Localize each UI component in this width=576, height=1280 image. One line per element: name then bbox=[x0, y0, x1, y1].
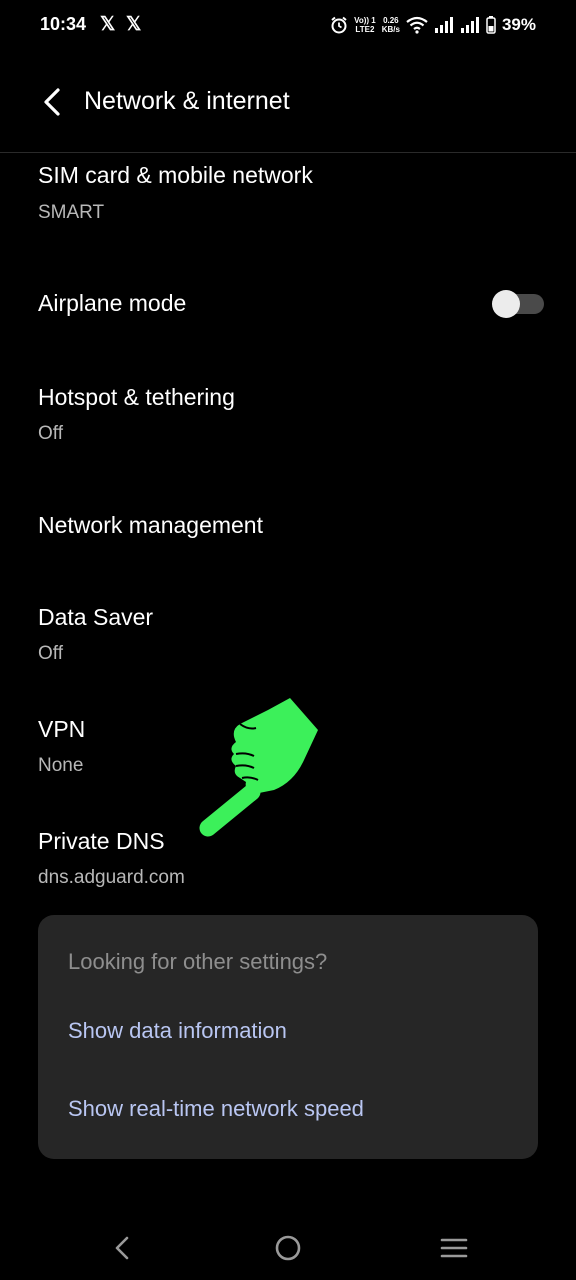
hotspot-tethering-item[interactable]: Hotspot & tethering Off bbox=[0, 362, 576, 462]
nav-recents-icon bbox=[440, 1238, 468, 1258]
item-title: Private DNS bbox=[38, 828, 165, 854]
show-data-information-link[interactable]: Show data information bbox=[68, 1018, 287, 1044]
item-title: Airplane mode bbox=[38, 290, 187, 316]
toggle-thumb bbox=[492, 290, 520, 318]
card-header: Looking for other settings? bbox=[68, 949, 328, 974]
status-time: 10:34 bbox=[40, 14, 87, 34]
nav-home-icon bbox=[275, 1235, 301, 1261]
item-title: VPN bbox=[38, 716, 86, 742]
item-title: Network management bbox=[38, 512, 263, 538]
item-title: SIM card & mobile network bbox=[38, 162, 313, 188]
nav-back-button[interactable] bbox=[98, 1224, 146, 1272]
show-network-speed-link[interactable]: Show real-time network speed bbox=[68, 1096, 364, 1122]
signal-icon bbox=[434, 17, 453, 33]
status-bar: 10:34 𝕏 𝕏 Vo)) 1 LTE2 0.26 KB/s 39% bbox=[0, 0, 576, 52]
battery-icon bbox=[486, 16, 496, 34]
data-saver-item[interactable]: Data Saver Off bbox=[0, 584, 576, 684]
divider bbox=[0, 152, 576, 153]
network-management-item[interactable]: Network management bbox=[0, 488, 576, 564]
pointing-hand-icon bbox=[199, 698, 318, 837]
wifi-icon bbox=[406, 16, 428, 34]
item-subtitle: None bbox=[38, 755, 84, 776]
airplane-mode-toggle[interactable] bbox=[492, 290, 544, 318]
item-title: Data Saver bbox=[38, 604, 154, 630]
app-bar: Network & internet bbox=[0, 70, 576, 134]
navigation-bar bbox=[0, 1216, 576, 1280]
airplane-mode-item[interactable]: Airplane mode bbox=[0, 266, 576, 342]
chevron-left-icon bbox=[44, 88, 60, 116]
item-subtitle: SMART bbox=[38, 202, 105, 223]
other-settings-card: Looking for other settings? Show data in… bbox=[38, 915, 538, 1159]
nav-back-icon bbox=[115, 1236, 129, 1260]
page-title: Network & internet bbox=[84, 87, 290, 115]
item-title: Hotspot & tethering bbox=[38, 384, 235, 410]
x-notification-icon: 𝕏 bbox=[126, 14, 142, 35]
x-notification-icon: 𝕏 bbox=[100, 14, 116, 35]
network-speed: 0.26 KB/s bbox=[381, 16, 400, 34]
sim-card-item[interactable]: SIM card & mobile network SMART bbox=[0, 154, 576, 246]
back-button[interactable] bbox=[30, 82, 74, 122]
nav-home-button[interactable] bbox=[264, 1224, 312, 1272]
nav-recents-button[interactable] bbox=[430, 1224, 478, 1272]
status-icons: Vo)) 1 LTE2 0.26 KB/s 39% bbox=[330, 12, 536, 38]
item-subtitle: Off bbox=[38, 423, 63, 444]
signal-icon bbox=[460, 17, 479, 33]
item-subtitle: dns.adguard.com bbox=[38, 867, 185, 888]
alarm-icon bbox=[331, 16, 347, 34]
item-subtitle: Off bbox=[38, 643, 63, 664]
battery-percent: 39% bbox=[501, 15, 536, 34]
volte-indicator: Vo)) 1 LTE2 bbox=[354, 16, 376, 34]
